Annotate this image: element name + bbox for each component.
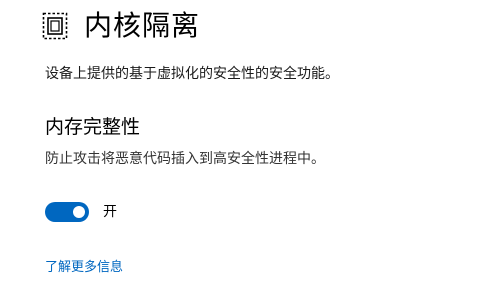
memory-integrity-toggle[interactable] — [45, 202, 89, 222]
core-isolation-icon — [40, 11, 70, 41]
toggle-state-label: 开 — [103, 204, 117, 220]
memory-integrity-title: 内存完整性 — [45, 116, 141, 138]
learn-more-link[interactable]: 了解更多信息 — [45, 259, 123, 277]
memory-integrity-description: 防止攻击将恶意代码插入到高安全性进程中。 — [45, 151, 325, 167]
toggle-knob — [73, 206, 85, 218]
page-header: 内核隔离 — [40, 6, 200, 46]
memory-integrity-toggle-row[interactable]: 开 — [45, 202, 117, 222]
page-description: 设备上提供的基于虚拟化的安全性的安全功能。 — [45, 66, 339, 82]
page-title: 内核隔离 — [84, 9, 201, 42]
